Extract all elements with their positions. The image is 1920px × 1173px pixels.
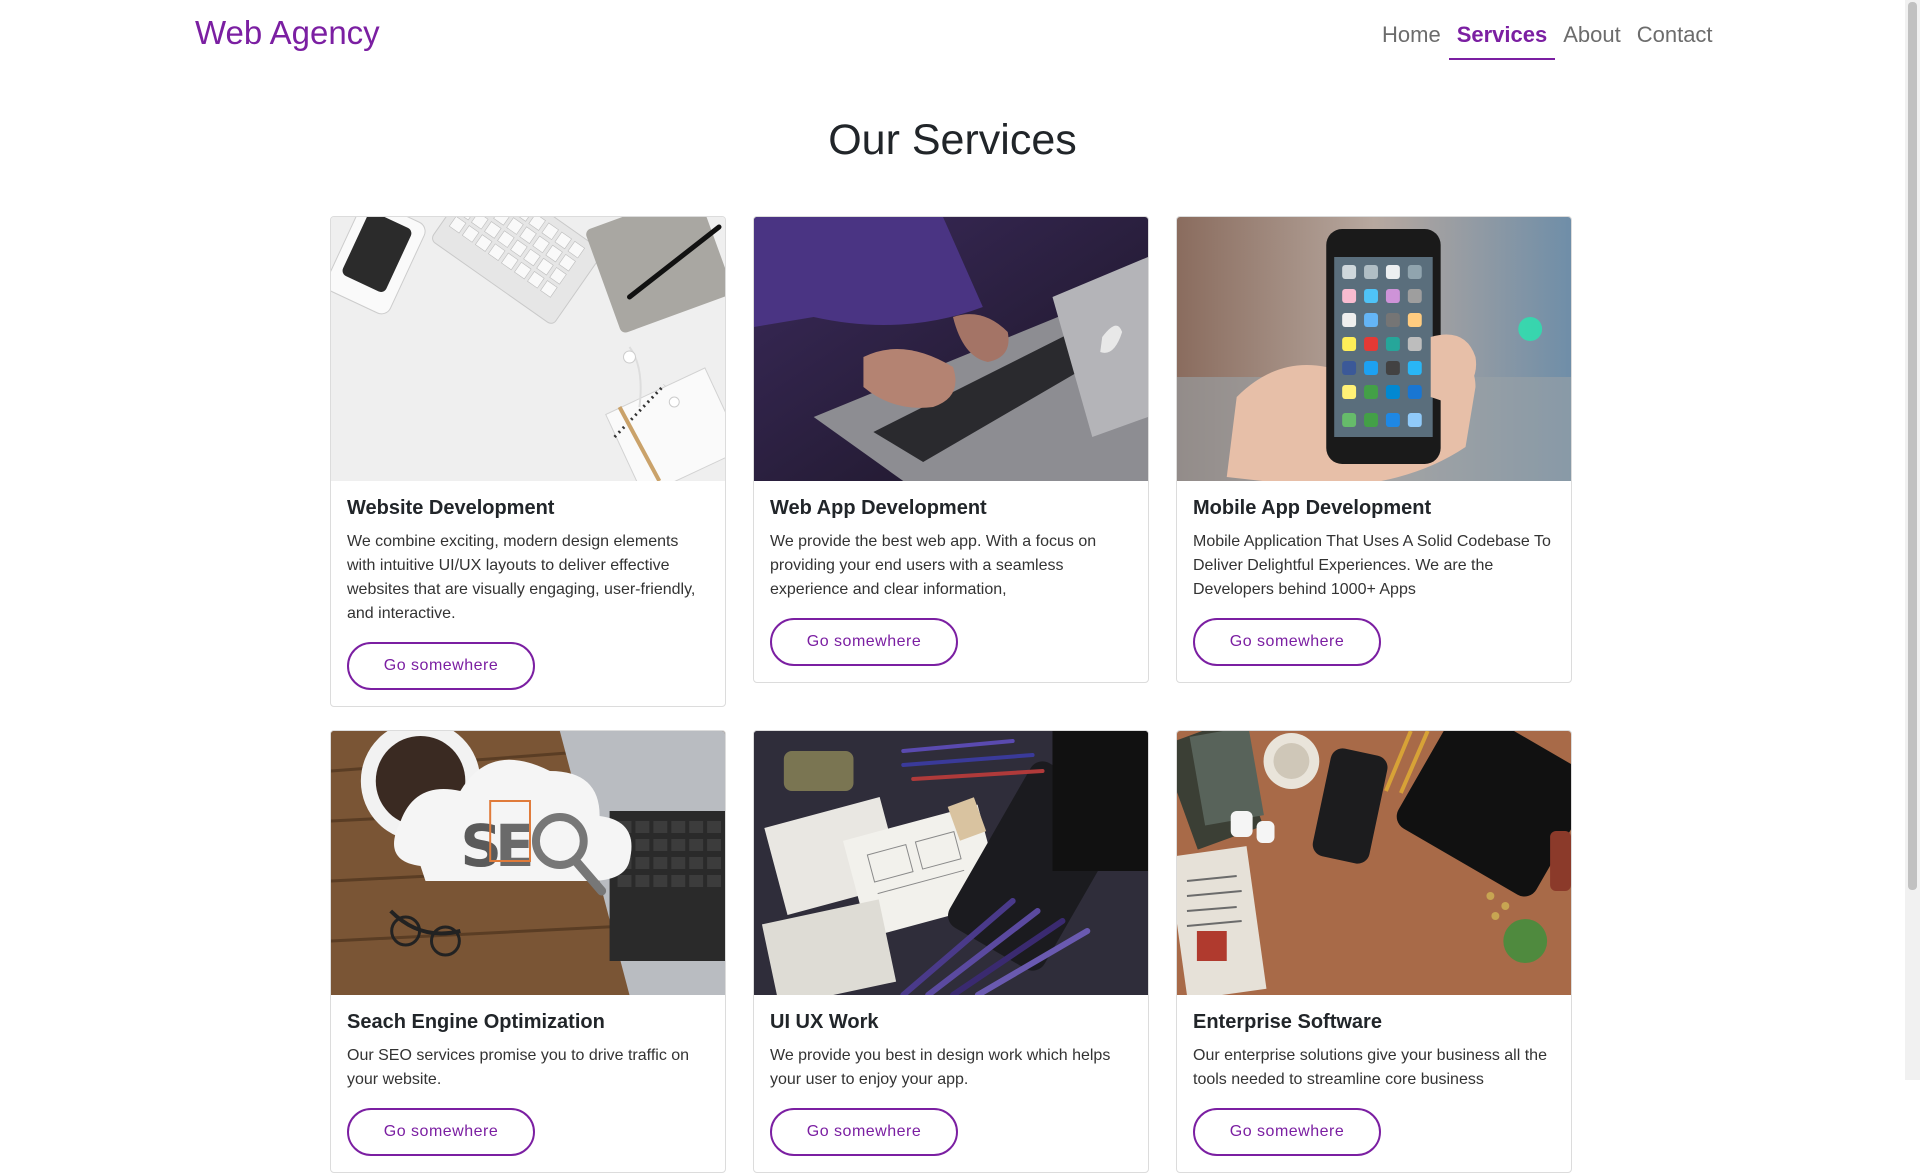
card-body: Web App Development We provide the best … (754, 481, 1148, 682)
service-card-web-app-development: Web App Development We provide the best … (753, 216, 1149, 683)
service-card-enterprise-software: Enterprise Software Our enterprise solut… (1176, 730, 1572, 1173)
nav-menu: Home Services About Contact (1374, 18, 1721, 60)
svg-text:E: E (495, 812, 534, 880)
card-image-wireframe-sketches (754, 731, 1148, 995)
go-somewhere-button[interactable]: Go somewhere (770, 1108, 958, 1156)
brand-logo[interactable]: Web Agency (195, 14, 380, 52)
service-card-seo: S E Seach Engine Optimization Our SEO se… (330, 730, 726, 1173)
nav-about[interactable]: About (1555, 18, 1629, 60)
card-text: Mobile Application That Uses A Solid Cod… (1193, 533, 1551, 598)
card-text: We provide the best web app. With a focu… (770, 533, 1097, 598)
service-card-mobile-app-development: Mobile App Development Mobile Applicatio… (1176, 216, 1572, 683)
go-somewhere-button[interactable]: Go somewhere (347, 642, 535, 690)
card-title: UI UX Work (770, 1011, 879, 1033)
service-card-website-development: Website Development We combine exciting,… (330, 216, 726, 707)
card-image-desk-keyboard (331, 217, 725, 481)
card-text: Our SEO services promise you to drive tr… (347, 1047, 690, 1088)
card-text: Our enterprise solutions give your busin… (1193, 1047, 1547, 1088)
card-image-laptop-typing (754, 217, 1148, 481)
vertical-scrollbar[interactable] (1905, 0, 1920, 1080)
nav-contact[interactable]: Contact (1629, 18, 1721, 60)
card-body: Seach Engine Optimization Our SEO servic… (331, 995, 725, 1172)
card-title: Web App Development (770, 497, 987, 519)
go-somewhere-button[interactable]: Go somewhere (347, 1108, 535, 1156)
nav-services[interactable]: Services (1448, 18, 1556, 60)
card-image-seo-cloud: S E (331, 731, 725, 995)
card-title: Enterprise Software (1193, 1011, 1382, 1033)
scrollbar-thumb[interactable] (1908, 2, 1917, 890)
page-title: Our Services (828, 116, 1077, 164)
nav-home[interactable]: Home (1374, 18, 1449, 60)
card-body: Enterprise Software Our enterprise solut… (1177, 995, 1571, 1172)
card-title: Seach Engine Optimization (347, 1011, 605, 1033)
go-somewhere-button[interactable]: Go somewhere (1193, 618, 1381, 666)
navbar: Web Agency Home Services About Contact (0, 0, 1905, 72)
go-somewhere-button[interactable]: Go somewhere (1193, 1108, 1381, 1156)
card-image-phone-in-hand (1177, 217, 1571, 481)
card-image-desk-tablet (1177, 731, 1571, 995)
card-body: Website Development We combine exciting,… (331, 481, 725, 706)
go-somewhere-button[interactable]: Go somewhere (770, 618, 958, 666)
card-text: We provide you best in design work which… (770, 1047, 1111, 1088)
card-title: Mobile App Development (1193, 497, 1432, 519)
service-card-ui-ux-work: UI UX Work We provide you best in design… (753, 730, 1149, 1173)
card-text: We combine exciting, modern design eleme… (347, 533, 696, 622)
card-body: Mobile App Development Mobile Applicatio… (1177, 481, 1571, 682)
card-title: Website Development (347, 497, 555, 519)
card-body: UI UX Work We provide you best in design… (754, 995, 1148, 1172)
